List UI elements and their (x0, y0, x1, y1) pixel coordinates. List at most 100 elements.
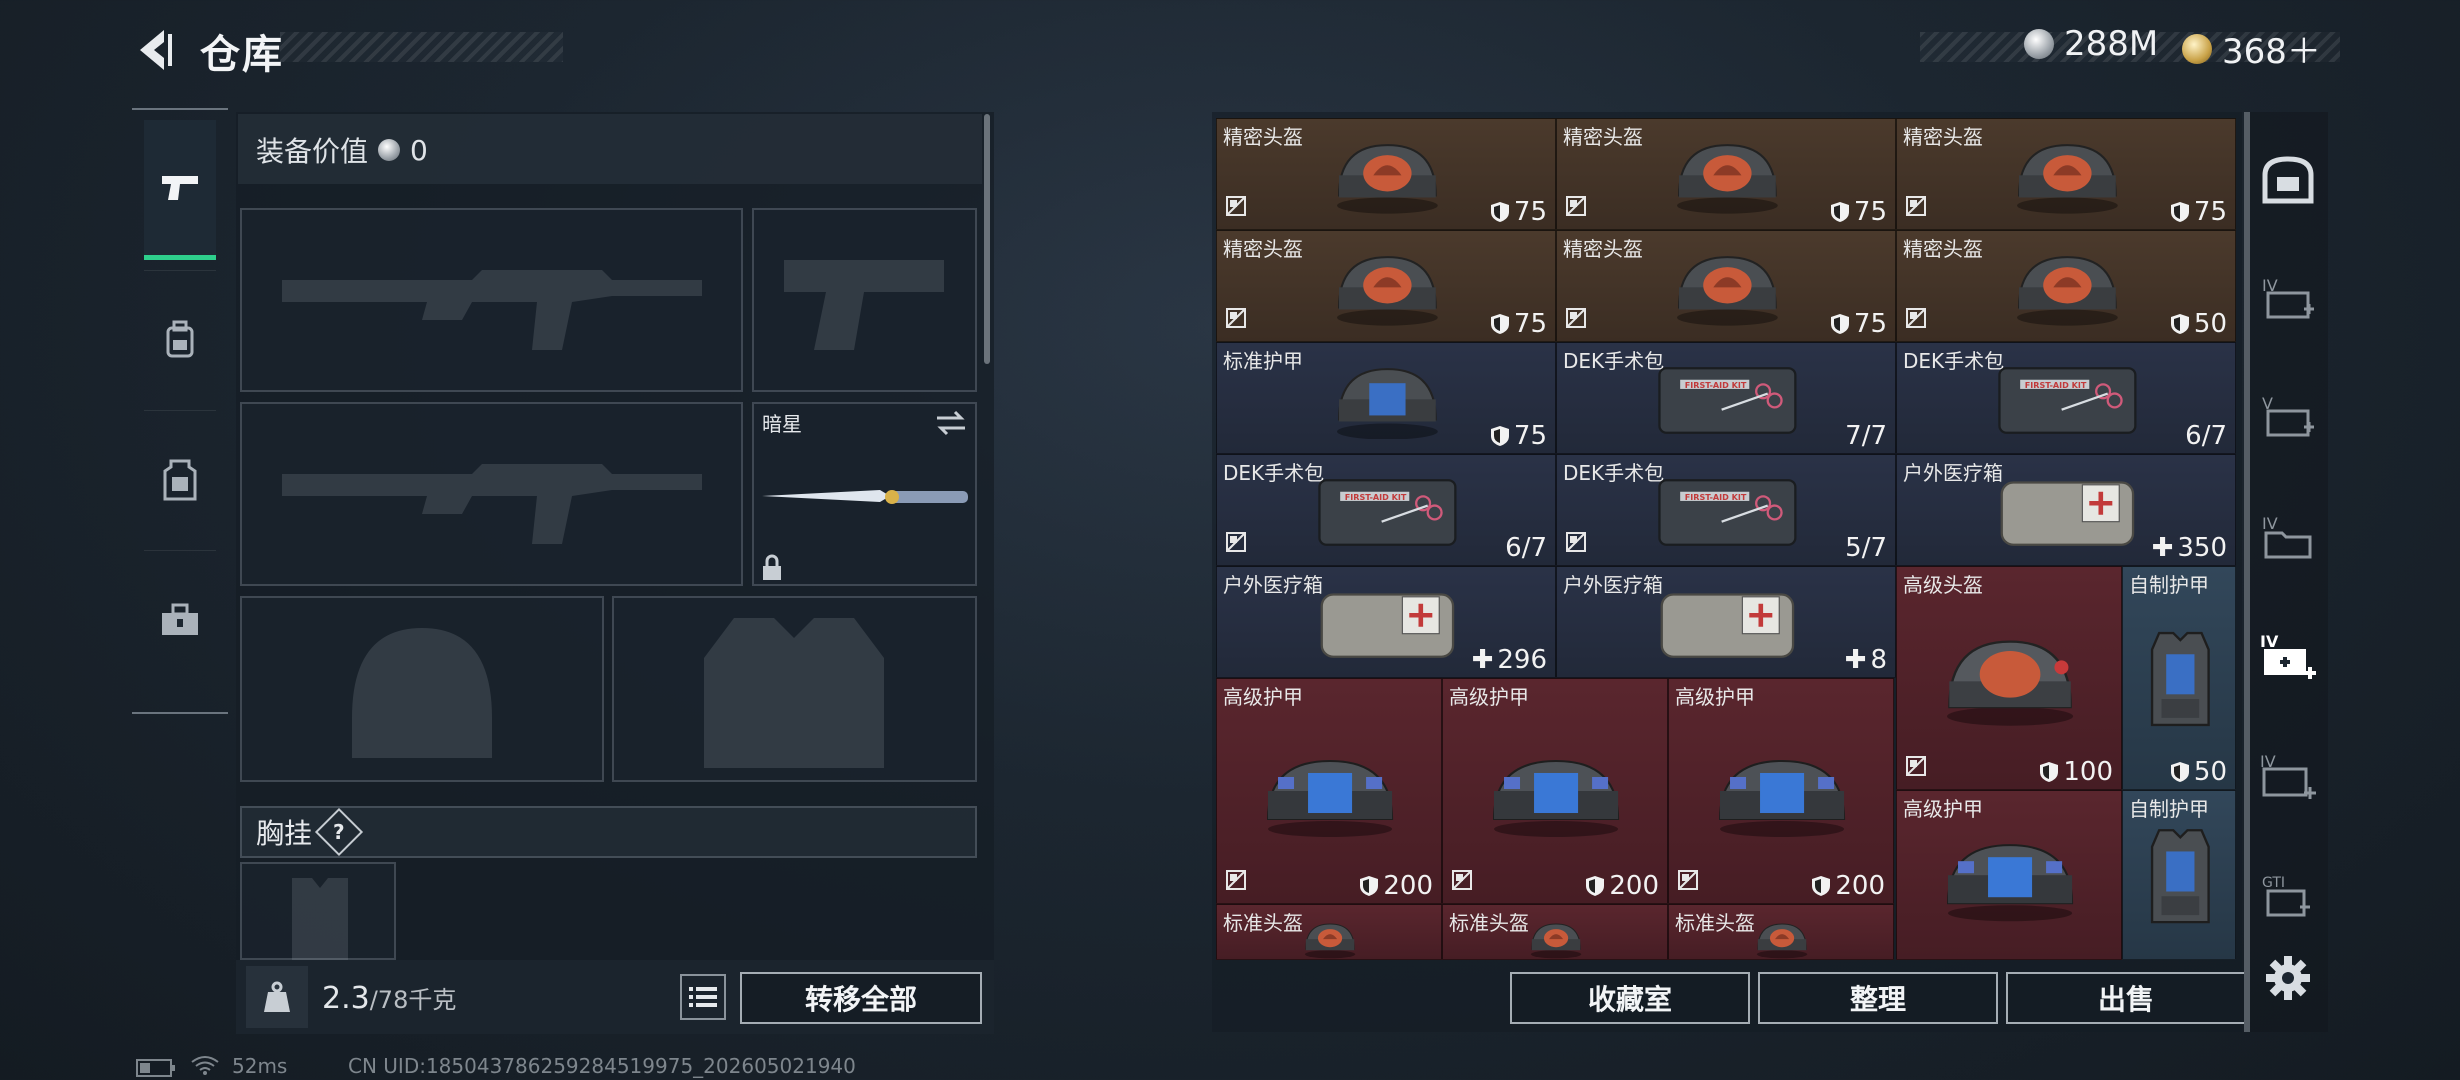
armor-value-icon (1490, 314, 1509, 334)
storage-item[interactable]: 精密头盔 75 (1896, 118, 2236, 230)
list-icon (689, 987, 717, 1007)
storage-item-value: 6/7 (1505, 533, 1547, 563)
storage-item-value-text: 7/7 (1845, 421, 1887, 451)
kit-icon: FIRST-AID KIT (1622, 359, 1833, 444)
storage-item-value-text: 296 (1497, 645, 1547, 675)
secondary-weapon-slot[interactable] (240, 402, 743, 586)
filter-iv-medkit[interactable]: IV (2258, 626, 2318, 686)
storage-item[interactable]: 高级护甲 200 (1216, 678, 1442, 904)
storage-item[interactable]: 标准护甲 75 (1216, 342, 1556, 454)
gear-icon (2266, 956, 2310, 1000)
equipment-scrollbar[interactable] (984, 114, 990, 364)
storage-item[interactable]: 自制护甲 (2122, 790, 2236, 960)
armor-slot[interactable] (612, 596, 977, 782)
storage-item-value: 75 (1490, 197, 1547, 227)
storage-item[interactable]: 标准头盔 (1216, 904, 1442, 960)
filter-v-bag[interactable]: V (2258, 386, 2318, 446)
armor-value-icon (1830, 314, 1849, 334)
nav-backpack[interactable] (132, 270, 228, 410)
storage-item-value-text: 5/7 (1845, 533, 1887, 563)
collection-room-button[interactable]: 收藏室 (1510, 972, 1750, 1024)
filter-iv-bag[interactable]: IV (2258, 268, 2318, 328)
filter-iv-folder[interactable]: IV (2258, 506, 2318, 566)
storage-item-value-text: 100 (2063, 757, 2113, 787)
armor-value-icon (2170, 314, 2189, 334)
storage-item[interactable]: 精密头盔 75 (1556, 118, 1896, 230)
pistol-silhouette-icon (784, 260, 944, 350)
primary-weapon-slot[interactable] (240, 208, 743, 392)
svg-text:FIRST-AID KIT: FIRST-AID KIT (1344, 492, 1406, 501)
storage-item[interactable]: 精密头盔 50 (1896, 230, 2236, 342)
storage-item[interactable]: 精密头盔 75 (1556, 230, 1896, 342)
storage-item-value-text: 50 (2193, 757, 2227, 787)
storage-item[interactable]: 精密头盔 75 (1216, 230, 1556, 342)
category-nav (132, 108, 228, 714)
storage-item-value-text: 200 (1835, 871, 1885, 901)
header-stripe (280, 32, 563, 62)
swap-icon[interactable] (935, 410, 967, 436)
storage-item[interactable]: 高级护甲 (1896, 790, 2122, 960)
locked-icon (1905, 307, 1927, 333)
heal-value-icon: ✚ (1471, 645, 1494, 675)
helmet-slot[interactable] (240, 596, 604, 782)
medbox-icon (1962, 471, 2173, 556)
transfer-all-button[interactable]: 转移全部 (740, 972, 982, 1024)
chest-rig-silhouette-icon (292, 878, 348, 960)
storage-item[interactable]: 户外医疗箱 ✚ 350 (1896, 454, 2236, 566)
storage-item-value-text: 75 (1513, 197, 1547, 227)
storage-item[interactable]: DEK手术包 FIRST-AID KIT 7/7 (1556, 342, 1896, 454)
pistol-slot[interactable] (752, 208, 977, 392)
nav-toolbox[interactable] (132, 550, 228, 690)
svg-text:IV: IV (2262, 514, 2278, 533)
knife-icon (762, 490, 968, 504)
storage-item[interactable]: 标准头盔 (1668, 904, 1894, 960)
melee-slot[interactable]: 暗星 (752, 402, 977, 586)
storage-item[interactable]: DEK手术包 FIRST-AID KIT 6/7 (1216, 454, 1556, 566)
storage-item-value: ✚ 350 (2152, 533, 2227, 563)
helmet-icon (1282, 247, 1493, 332)
storage-item[interactable]: 高级头盔 100 (1896, 566, 2122, 790)
nav-weapons[interactable] (144, 120, 216, 260)
list-view-button[interactable] (680, 974, 726, 1020)
weight-max: /78千克 (369, 986, 457, 1014)
lock-icon (763, 554, 781, 580)
locked-icon (1225, 307, 1247, 333)
storage-item[interactable]: 户外医疗箱 ✚ 296 (1216, 566, 1556, 678)
nav-vest[interactable] (132, 410, 228, 550)
storage-item-value: 75 (1490, 309, 1547, 339)
locked-icon (1565, 307, 1587, 333)
storage-item[interactable]: DEK手术包 FIRST-AID KIT 5/7 (1556, 454, 1896, 566)
storage-item-name: 高级头盔 (1903, 573, 1983, 597)
storage-item[interactable]: 标准头盔 (1442, 904, 1668, 960)
storage-item[interactable]: 精密头盔 75 (1216, 118, 1556, 230)
filter-gti-bag[interactable]: GTI (2258, 866, 2318, 926)
storage-item[interactable]: 高级护甲 200 (1668, 678, 1894, 904)
storage-item-value: 7/7 (1845, 421, 1887, 451)
storage-item[interactable]: 高级护甲 200 (1442, 678, 1668, 904)
back-button[interactable] (130, 24, 182, 76)
helmet-icon (1260, 919, 1400, 959)
gold-currency[interactable]: 368＋ (2182, 24, 2321, 73)
armor-value-icon (2170, 762, 2189, 782)
help-badge[interactable]: ? (314, 807, 364, 857)
storage-item-value: 75 (1830, 309, 1887, 339)
filter-iv-medkit-2[interactable]: IV (2258, 746, 2318, 806)
sell-button[interactable]: 出售 (2006, 972, 2246, 1024)
storage-item[interactable]: DEK手术包 FIRST-AID KIT 6/7 (1896, 342, 2236, 454)
rifle-silhouette-icon (282, 270, 702, 350)
storage-item-value-text: 200 (1383, 871, 1433, 901)
silver-currency: 288M (2024, 24, 2158, 64)
settings-button[interactable] (2264, 954, 2312, 1002)
storage-item-value-text: 75 (1853, 197, 1887, 227)
storage-item-value-text: 6/7 (2185, 421, 2227, 451)
storage-item-value: 75 (1490, 421, 1547, 451)
armor-value-icon (2170, 202, 2189, 222)
battery-icon (136, 1058, 176, 1080)
storage-item[interactable]: 自制护甲 50 (2122, 566, 2236, 790)
storage-item[interactable]: 户外医疗箱 ✚ 8 (1556, 566, 1896, 678)
kit-icon: FIRST-AID KIT (1282, 471, 1493, 556)
sort-button[interactable]: 整理 (1758, 972, 1998, 1024)
chest-rig-slot[interactable] (240, 862, 396, 960)
vest-icon (163, 459, 197, 501)
filter-safe[interactable] (2258, 150, 2318, 210)
